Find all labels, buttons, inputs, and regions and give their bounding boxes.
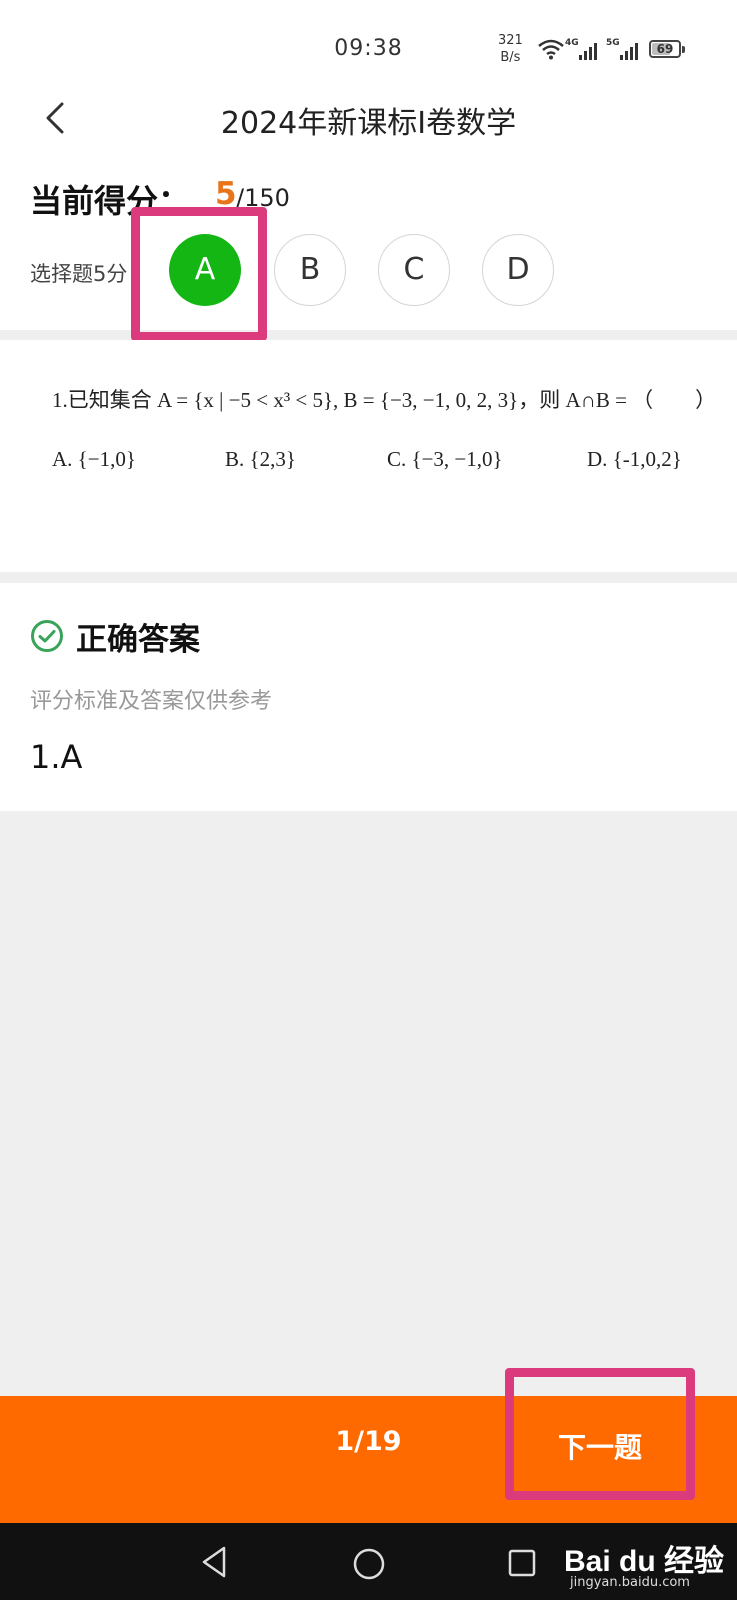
choice-c: C. {−3, −1,0} bbox=[387, 447, 503, 471]
choice-a: A. {−1,0} bbox=[52, 447, 136, 471]
question-type-label: 选择题5分 bbox=[30, 262, 128, 286]
baidu-watermark: Bai du 经验 bbox=[564, 1545, 725, 1578]
answer-heading: 正确答案 bbox=[76, 622, 200, 658]
signal-5g-icon: 5G bbox=[606, 38, 638, 60]
check-circle-icon bbox=[31, 620, 63, 652]
option-d-button[interactable]: D bbox=[482, 234, 554, 306]
nav-home-icon[interactable] bbox=[352, 1547, 386, 1581]
annotation-highlight-option-a bbox=[131, 207, 267, 341]
network-speed: 321 B/s bbox=[498, 32, 523, 66]
signal-5g-label: 5G bbox=[606, 38, 620, 48]
battery-level: 69 bbox=[656, 42, 674, 56]
page-title: 2024年新课标I卷数学 bbox=[220, 106, 517, 141]
baidu-watermark-url: jingyan.baidu.com bbox=[570, 1575, 690, 1590]
question-stem: 1.已知集合 A = {x | −5 < x³ < 5}, B = {−3, −… bbox=[52, 388, 717, 412]
signal-4g-icon: 4G bbox=[565, 38, 597, 60]
annotation-highlight-next bbox=[505, 1368, 695, 1500]
choice-b: B. {2,3} bbox=[225, 447, 296, 471]
battery-icon: 69 bbox=[649, 40, 685, 58]
option-c-button[interactable]: C bbox=[378, 234, 450, 306]
nav-recents-icon[interactable] bbox=[507, 1548, 537, 1578]
network-speed-unit: B/s bbox=[500, 50, 521, 65]
choice-d: D. {-1,0,2} bbox=[587, 447, 682, 471]
option-b-button[interactable]: B bbox=[274, 234, 346, 306]
nav-back-icon[interactable] bbox=[200, 1545, 230, 1579]
answer-value: 1.A bbox=[30, 738, 83, 776]
signal-4g-label: 4G bbox=[565, 38, 579, 48]
answer-note: 评分标准及答案仅供参考 bbox=[30, 689, 273, 714]
wifi-icon bbox=[538, 39, 564, 60]
network-speed-value: 321 bbox=[498, 33, 523, 48]
